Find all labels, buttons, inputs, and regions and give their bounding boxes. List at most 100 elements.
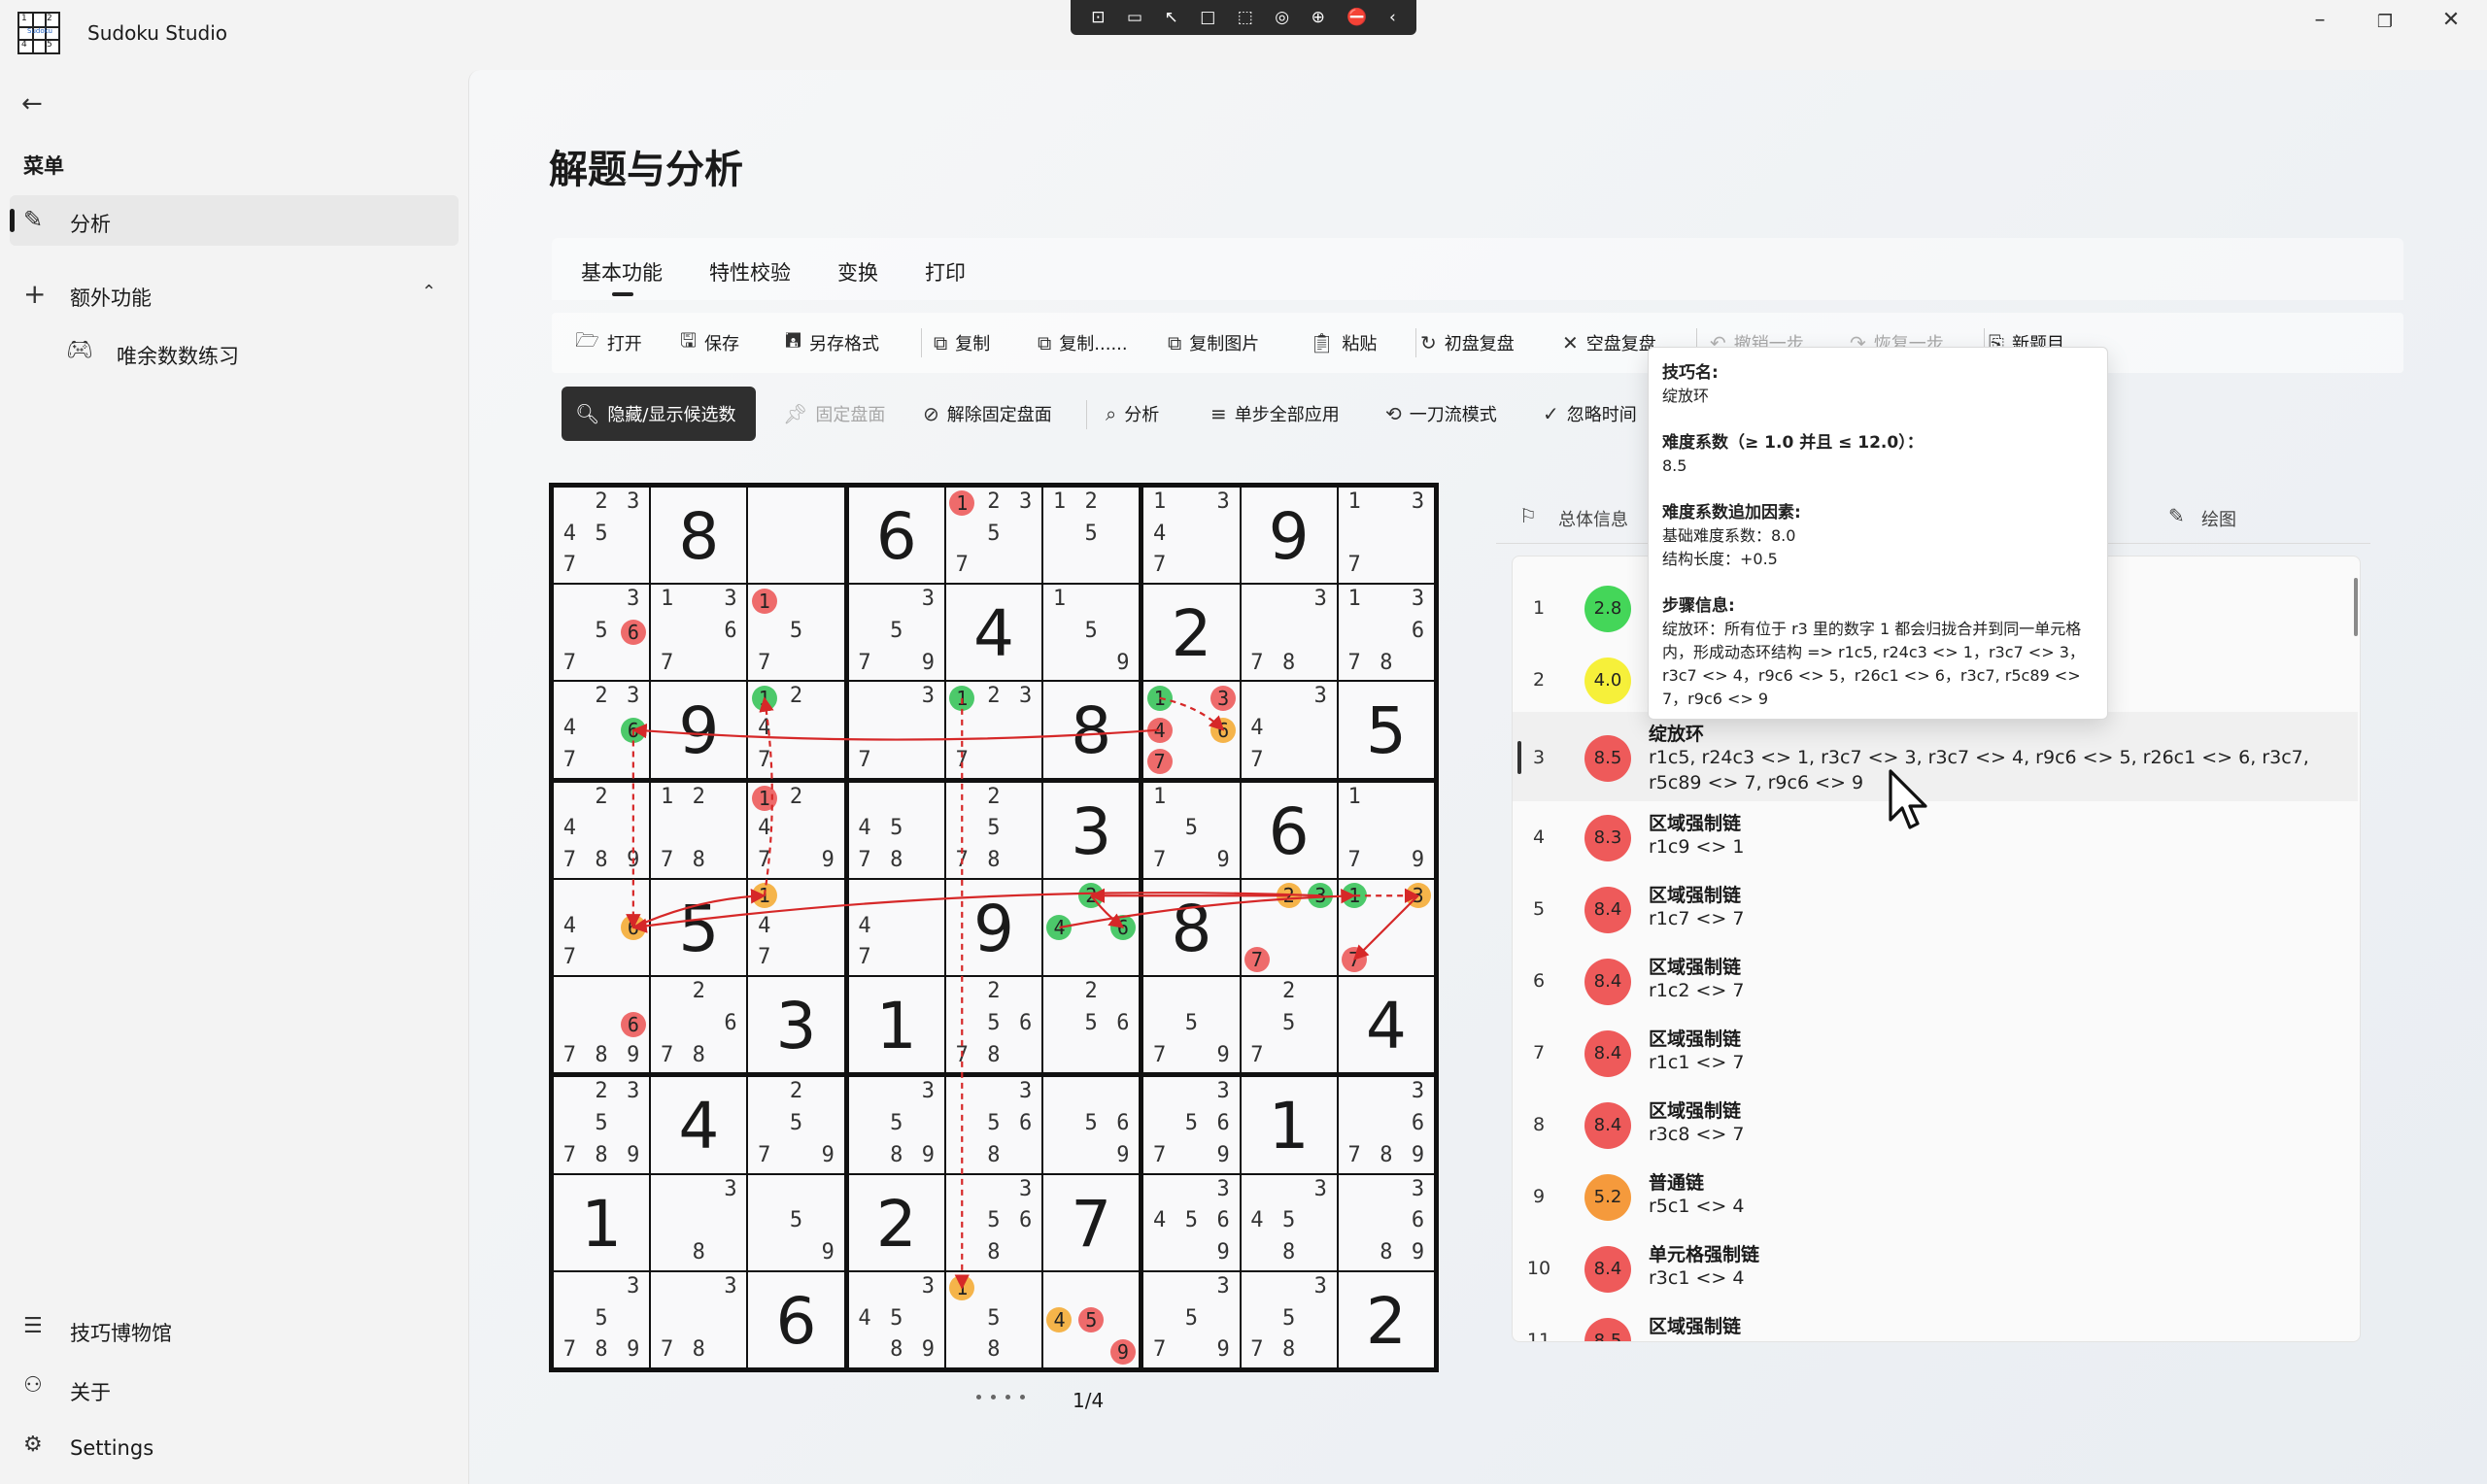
collapse-icon[interactable]: ‹	[1389, 8, 1396, 27]
back-arrow-icon[interactable]: ←	[21, 89, 43, 118]
close-button[interactable]: ✕	[2422, 8, 2480, 37]
open-label: 打开	[606, 334, 642, 354]
paste-button[interactable]: 📋︎ 粘贴	[1310, 321, 1377, 364]
step-technique-name: 区域强制链	[1649, 1316, 1742, 1337]
toggle-candidates-label: 隐藏/显示候选数	[607, 405, 736, 425]
one-stroke-button[interactable]: ⟲ 一刀流模式	[1385, 392, 1497, 435]
sidebar-item-label: Settings	[70, 1436, 154, 1460]
ignore-time-button[interactable]: ✓ 忽略时间	[1543, 392, 1637, 435]
chain-link	[632, 889, 767, 929]
gamepad-icon: 🎮︎	[66, 338, 93, 362]
save-as-label: 另存格式	[809, 334, 880, 354]
copy-image-button[interactable]: ⧉ 复制图片	[1168, 321, 1259, 364]
step-index: 1	[1532, 597, 1546, 619]
sidebar-item-label: 关于	[70, 1381, 111, 1404]
toggle-candidates-button[interactable]: 🔍︎ 隐藏/显示候选数	[562, 387, 756, 441]
sidebar-item-museum[interactable]: ☰ 技巧博物馆	[10, 1308, 459, 1353]
fix-board-button[interactable]: 📌︎ 固定盘面	[783, 392, 885, 435]
difficulty-badge: 8.4	[1584, 1102, 1631, 1149]
chain-link	[1159, 696, 1225, 731]
toolbar-primary: 🗁︎ 打开 🖫︎ 保存 🖪︎ 另存格式 ⧉ 复制 ⧉ 复制...... ⧉ 复制图片 📋︎ 粘…	[552, 313, 2403, 373]
region-icon[interactable]: □	[1200, 8, 1215, 27]
step-row[interactable]: 10 8.4 单元格强制链 r3c1 <> 4	[1513, 1234, 2358, 1304]
unfix-board-label: 解除固定盘面	[946, 405, 1052, 425]
pointer-icon[interactable]: ↖	[1164, 8, 1177, 27]
step-row[interactable]: 5 8.4 区域强制链 r1c7 <> 7	[1513, 875, 2358, 945]
step-row[interactable]: 7 8.4 区域强制链 r1c1 <> 7	[1513, 1019, 2358, 1089]
people-icon: ⚇	[23, 1373, 43, 1398]
sidebar-item-about[interactable]: ⚇ 关于	[10, 1367, 459, 1412]
tab-drawing[interactable]: 绘图	[2201, 506, 2236, 531]
step-index: 10	[1526, 1258, 1551, 1279]
step-row[interactable]: 11 8.5 区域强制链	[1513, 1306, 2358, 1341]
step-row[interactable]: 4 8.3 区域强制链 r1c9 <> 1	[1513, 803, 2358, 873]
step-row[interactable]: 9 5.2 普通链 r5c1 <> 4	[1513, 1163, 2358, 1232]
audio-icon[interactable]: ◎	[1275, 8, 1289, 27]
analyze-button[interactable]: ⌕ 分析	[1106, 392, 1159, 435]
step-description: r1c2 <> 7	[1649, 980, 1745, 1001]
sidebar-item-practice[interactable]: 🎮︎ 唯余数数练习	[10, 328, 459, 377]
tooltip-length: 结构长度：+0.5	[1662, 550, 1778, 568]
sidebar-item-analysis[interactable]: ✎ 分析	[10, 195, 459, 246]
page-title: 解题与分析	[549, 148, 743, 192]
search-icon: ⌕	[1106, 402, 1117, 425]
reset-empty-button[interactable]: ✕ 空盘复盘	[1562, 321, 1656, 364]
unfix-board-button[interactable]: ⊘ 解除固定盘面	[923, 392, 1052, 435]
apply-all-icon: ≡	[1210, 402, 1227, 425]
step-index: 8	[1532, 1114, 1546, 1135]
step-description: r5c1 <> 4	[1649, 1196, 1745, 1217]
ignore-time-label: 忽略时间	[1566, 405, 1637, 425]
difficulty-badge: 8.3	[1584, 815, 1631, 861]
step-row[interactable]: 6 8.4 区域强制链 r1c2 <> 7	[1513, 947, 2358, 1017]
step-description: r1c9 <> 1	[1649, 836, 1745, 858]
technique-tooltip: 技巧名: 绽放环 难度系数（≥ 1.0 并且 ≤ 12.0）： 8.5 难度系数…	[1648, 347, 2108, 720]
copy-more-button[interactable]: ⧉ 复制......	[1038, 321, 1128, 364]
select-icon[interactable]: ⬚	[1238, 8, 1253, 27]
difficulty-badge: 2.8	[1584, 586, 1631, 632]
step-list-scrollbar[interactable]	[2354, 578, 2358, 636]
step-technique-name: 单元格强制链	[1649, 1244, 1760, 1265]
open-icon: 🗁︎	[575, 328, 599, 352]
tab-overview[interactable]: 总体信息	[1558, 506, 1628, 531]
chain-link	[1090, 894, 1125, 928]
difficulty-badge: 8.4	[1584, 1030, 1631, 1077]
minimize-button[interactable]: –	[2291, 8, 2349, 37]
step-row[interactable]: 8 8.4 区域强制链 r3c8 <> 7	[1513, 1091, 2358, 1161]
step-row[interactable]: 3 8.5 绽放环 r1c5, r24c3 <> 1, r3c7 <> 3, r3c7…	[1513, 712, 2358, 801]
reset-initial-button[interactable]: ↻ 初盘复盘	[1420, 321, 1515, 364]
copy-more-label: 复制......	[1059, 334, 1128, 354]
apply-all-label: 单步全部应用	[1234, 405, 1340, 425]
open-button[interactable]: 🗁︎ 打开	[575, 321, 642, 364]
copy-button[interactable]: ⧉ 复制	[934, 321, 990, 364]
pager-dots[interactable]	[976, 1395, 1025, 1400]
tab-validation[interactable]: 特性校验	[709, 257, 791, 287]
sidebar-item-extras[interactable]: + 额外功能 ⌃	[10, 270, 459, 319]
paste-label: 粘贴	[1342, 334, 1378, 354]
tooltip-difficulty: 8.5	[1662, 456, 1687, 475]
accessibility-icon[interactable]: ⊕	[1312, 8, 1325, 27]
difficulty-badge: 8.4	[1584, 1246, 1631, 1293]
step-index: 9	[1532, 1186, 1546, 1207]
step-description: r3c8 <> 7	[1649, 1124, 1745, 1145]
tab-basic[interactable]: 基本功能	[581, 257, 663, 287]
step-index: 4	[1532, 826, 1546, 848]
reset-icon: ↻	[1420, 331, 1437, 354]
stop-icon[interactable]: ⛔	[1346, 8, 1367, 27]
capture-icon[interactable]: ⊡	[1091, 8, 1105, 27]
tab-print[interactable]: 打印	[925, 257, 966, 287]
one-stroke-label: 一刀流模式	[1409, 405, 1497, 425]
tooltip-difficulty-heading: 难度系数（≥ 1.0 并且 ≤ 12.0）：	[1662, 433, 1924, 453]
restore-button[interactable]: ❐	[2356, 12, 2414, 41]
save-button[interactable]: 🖫︎ 保存	[680, 321, 739, 364]
chevron-up-icon[interactable]: ⌃	[422, 282, 436, 302]
sudoku-board[interactable]: 2345786123571251347913735671367157357941…	[549, 483, 1439, 1372]
sidebar-item-settings[interactable]: ⚙ Settings	[10, 1427, 459, 1471]
gear-icon: ⚙	[23, 1433, 43, 1457]
zoom-icon: 🔍︎	[575, 402, 600, 425]
video-icon[interactable]: ▭	[1127, 8, 1142, 27]
tab-transform[interactable]: 变换	[837, 257, 878, 287]
difficulty-badge: 8.4	[1584, 959, 1631, 1005]
save-as-button[interactable]: 🖪︎ 另存格式	[785, 321, 879, 364]
copy-label: 复制	[955, 334, 991, 354]
apply-all-button[interactable]: ≡ 单步全部应用	[1210, 392, 1340, 435]
